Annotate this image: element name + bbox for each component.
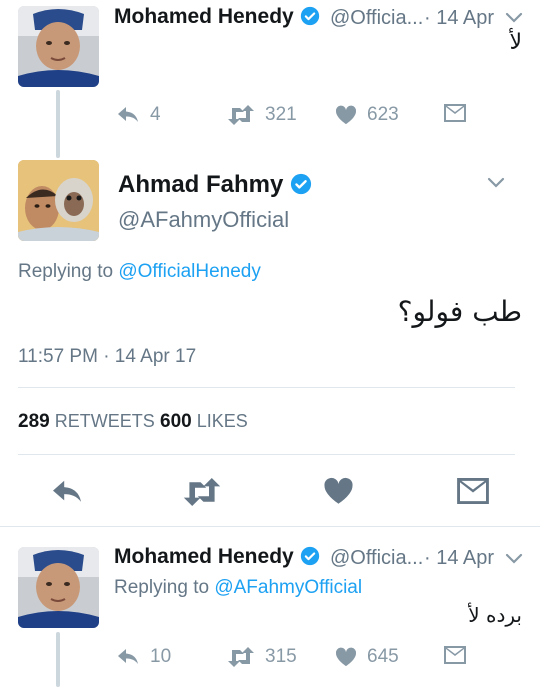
date-separator: · bbox=[424, 547, 431, 569]
direct-message-button[interactable] bbox=[457, 478, 489, 509]
reply-count: 10 bbox=[150, 646, 172, 667]
avatar-henedy[interactable] bbox=[18, 6, 99, 87]
like-button[interactable]: 623 bbox=[335, 104, 399, 126]
divider bbox=[18, 454, 515, 455]
tweet-text: لأ bbox=[509, 30, 522, 55]
retweets-label: RETWEETS bbox=[54, 411, 155, 431]
tweet-date[interactable]: 14 Apr bbox=[436, 547, 494, 569]
heart-icon bbox=[335, 105, 357, 125]
retweets-stat[interactable]: 289 RETWEETS bbox=[18, 411, 155, 433]
likes-stat[interactable]: 600 LIKES bbox=[160, 411, 248, 433]
like-button[interactable] bbox=[323, 477, 354, 510]
chevron-down-icon[interactable] bbox=[505, 552, 523, 570]
retweet-button[interactable]: 321 bbox=[227, 104, 297, 126]
replying-prefix: Replying to bbox=[114, 577, 215, 598]
like-button[interactable]: 645 bbox=[335, 646, 399, 668]
author-name[interactable]: Mohamed Henedy bbox=[114, 5, 294, 28]
chevron-down-icon[interactable] bbox=[487, 176, 505, 194]
avatar-henedy[interactable] bbox=[18, 547, 99, 628]
reply-count: 4 bbox=[150, 104, 161, 125]
retweet-button[interactable]: 315 bbox=[227, 646, 297, 668]
verified-badge-icon bbox=[300, 546, 320, 572]
tweet-text: برده لأ bbox=[468, 603, 522, 627]
reply-icon bbox=[116, 647, 140, 667]
reply-button[interactable] bbox=[50, 478, 84, 511]
retweet-icon bbox=[227, 647, 255, 667]
heart-icon bbox=[335, 647, 357, 667]
thread-connector bbox=[56, 632, 60, 687]
author-handle[interactable]: @Officia... bbox=[330, 547, 423, 570]
reply-icon bbox=[50, 480, 84, 510]
author-name[interactable]: Mohamed Henedy bbox=[114, 545, 294, 568]
direct-message-button[interactable] bbox=[444, 646, 466, 664]
verified-badge-icon bbox=[300, 6, 320, 32]
author-handle[interactable]: @AFahmyOfficial bbox=[118, 207, 289, 233]
verified-badge-icon bbox=[290, 173, 312, 202]
like-count: 623 bbox=[367, 104, 399, 125]
tweet-date[interactable]: 14 Apr bbox=[436, 7, 494, 29]
chevron-down-icon[interactable] bbox=[505, 11, 523, 29]
author-handle[interactable]: @Officia... bbox=[330, 7, 423, 30]
retweets-count: 289 bbox=[18, 411, 50, 432]
replying-to: Replying to @OfficialHenedy bbox=[18, 261, 261, 283]
direct-message-icon bbox=[457, 478, 489, 508]
reply-button[interactable]: 4 bbox=[116, 104, 161, 126]
retweet-icon bbox=[182, 478, 222, 510]
replying-mention[interactable]: @OfficialHenedy bbox=[118, 261, 261, 282]
likes-label: LIKES bbox=[196, 411, 248, 431]
author-name[interactable]: Ahmad Fahmy bbox=[118, 171, 283, 198]
direct-message-icon bbox=[444, 646, 466, 664]
reply-button[interactable]: 10 bbox=[116, 646, 171, 668]
retweet-count: 321 bbox=[265, 104, 297, 125]
likes-count: 600 bbox=[160, 411, 192, 432]
retweet-icon bbox=[227, 105, 255, 125]
retweet-count: 315 bbox=[265, 646, 297, 667]
date-separator: · bbox=[424, 7, 431, 29]
heart-icon bbox=[323, 477, 354, 509]
replying-to: Replying to @AFahmyOfficial bbox=[114, 577, 362, 599]
replying-prefix: Replying to bbox=[18, 261, 119, 282]
avatar-fahmy[interactable] bbox=[18, 160, 99, 241]
like-count: 645 bbox=[367, 646, 399, 667]
thread-connector bbox=[56, 90, 60, 158]
tweet-text: طب فولو؟ bbox=[397, 295, 522, 328]
section-divider bbox=[0, 526, 540, 527]
retweet-button[interactable] bbox=[182, 478, 222, 511]
replying-mention[interactable]: @AFahmyOfficial bbox=[214, 577, 362, 598]
tweet-timestamp[interactable]: 11:57 PM · 14 Apr 17 bbox=[18, 346, 196, 368]
reply-icon bbox=[116, 105, 140, 125]
direct-message-button[interactable] bbox=[444, 104, 466, 122]
direct-message-icon bbox=[444, 104, 466, 122]
divider bbox=[18, 387, 515, 388]
